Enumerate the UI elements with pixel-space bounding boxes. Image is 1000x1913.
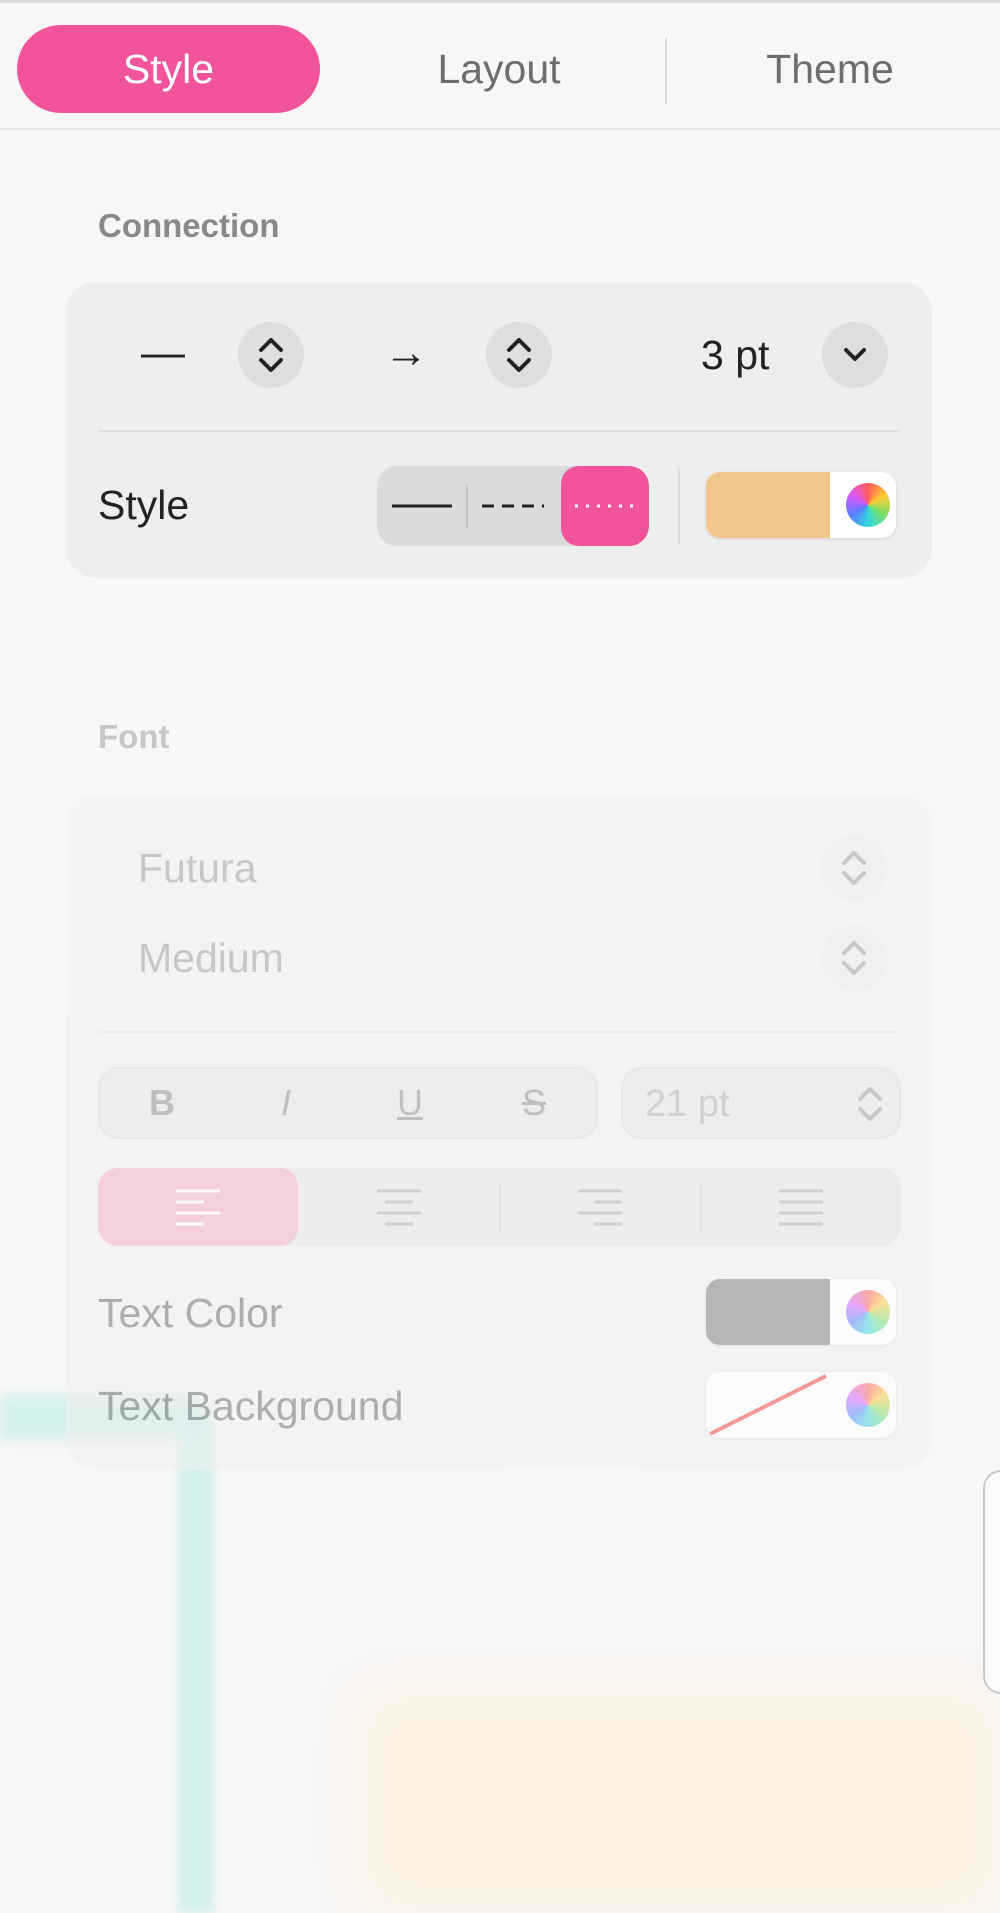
line-style-solid[interactable] [377, 466, 467, 546]
color-wheel-icon[interactable] [846, 1383, 890, 1427]
font-family-value: Futura [138, 845, 257, 891]
text-color-label: Text Color [98, 1290, 283, 1336]
dashed-line-icon [482, 504, 544, 508]
stepper-chevrons-icon [507, 338, 531, 372]
tab-theme[interactable]: Theme [700, 25, 960, 113]
line-color-swatch [706, 472, 830, 538]
text-decoration-segmented-control: B I U S [98, 1067, 598, 1139]
align-left-button[interactable] [98, 1168, 298, 1246]
stepper-chevrons-icon[interactable] [855, 1083, 885, 1125]
tab-style[interactable]: Style [17, 25, 320, 113]
canvas-shape [360, 1690, 1000, 1913]
align-center-icon [376, 1189, 421, 1226]
bold-button[interactable]: B [100, 1069, 224, 1137]
panel-resize-handle[interactable] [983, 1470, 1000, 1694]
font-size-field[interactable]: 21 pt [621, 1067, 901, 1139]
italic-button[interactable]: I [224, 1069, 348, 1137]
stepper-chevrons-icon [842, 851, 866, 885]
underline-button[interactable]: U [348, 1069, 472, 1137]
text-background-label: Text Background [98, 1383, 404, 1429]
line-style-segmented-control [377, 466, 649, 546]
font-size-value: 21 pt [645, 1083, 730, 1125]
line-style-dashed[interactable] [468, 466, 558, 546]
color-wheel-icon[interactable] [846, 1290, 890, 1334]
connection-section-title: Connection [98, 207, 280, 244]
line-style-dotted[interactable] [561, 466, 649, 546]
connection-panel: — → 3 pt Style [66, 282, 932, 578]
tab-layout[interactable]: Layout [360, 25, 638, 113]
font-family-stepper[interactable] [821, 835, 887, 901]
text-color-swatch [706, 1279, 830, 1345]
line-start-stepper[interactable] [238, 322, 304, 388]
tab-divider [665, 38, 667, 104]
font-weight-value: Medium [138, 935, 284, 981]
align-left-icon [176, 1189, 220, 1226]
line-width-value: 3 pt [701, 332, 770, 378]
inspector-tab-bar: Style Layout Theme [0, 0, 1000, 130]
style-color-divider [678, 468, 680, 544]
stepper-chevrons-icon [259, 338, 283, 372]
align-justify-button[interactable] [701, 1168, 901, 1246]
text-background-well[interactable] [706, 1372, 896, 1438]
text-color-well[interactable] [706, 1279, 896, 1345]
color-wheel-icon[interactable] [846, 483, 890, 527]
line-end-stepper[interactable] [486, 322, 552, 388]
align-justify-icon [779, 1189, 823, 1226]
font-section-title: Font [98, 718, 170, 755]
stepper-chevrons-icon [842, 941, 866, 975]
line-end-preview: → [384, 328, 428, 377]
strikethrough-button[interactable]: S [472, 1069, 596, 1137]
chevron-down-icon [844, 348, 866, 361]
font-weight-stepper[interactable] [821, 925, 887, 991]
text-alignment-segmented-control [98, 1168, 901, 1246]
canvas-connector-vertical [178, 1410, 214, 1913]
align-right-icon [578, 1189, 622, 1226]
font-divider [98, 1031, 900, 1033]
connection-divider [98, 430, 900, 432]
line-color-well[interactable] [706, 472, 896, 538]
dotted-line-icon [575, 504, 636, 508]
line-style-label: Style [98, 482, 190, 528]
line-start-preview: — [141, 328, 185, 377]
font-panel: Futura Medium B I U S 21 pt Text Color T… [66, 795, 932, 1470]
no-color-swatch-icon [709, 1374, 827, 1436]
align-right-button[interactable] [500, 1168, 700, 1246]
align-center-button[interactable] [298, 1168, 499, 1246]
solid-line-icon [392, 504, 452, 508]
line-width-dropdown[interactable] [822, 322, 888, 388]
